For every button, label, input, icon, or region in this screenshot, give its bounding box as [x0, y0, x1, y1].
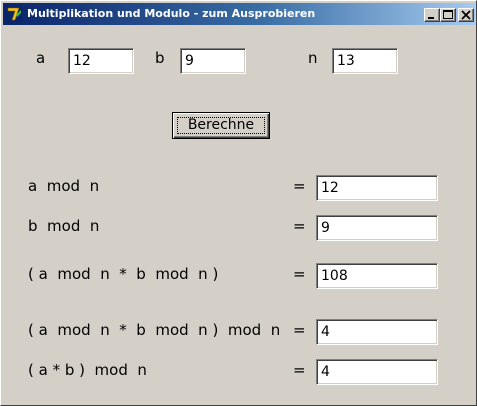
compute-button[interactable]: Berechne [172, 112, 270, 139]
result-field-product-of-mods-mod-n[interactable]: 4 [316, 319, 438, 345]
result-field-ab-mod-n[interactable]: 4 [316, 359, 438, 385]
result-field-a-mod-n[interactable]: 12 [316, 175, 438, 201]
input-b[interactable]: 9 [180, 48, 246, 74]
equals-sign: = [293, 361, 306, 379]
delphi-icon [6, 6, 22, 22]
equals-sign: = [293, 265, 306, 283]
result-label-b-mod-n: b mod n [28, 217, 100, 235]
equals-sign: = [293, 217, 306, 235]
result-label-a-mod-n: a mod n [28, 177, 100, 195]
close-button[interactable] [458, 8, 474, 22]
minimize-icon [428, 17, 434, 19]
main-window: Multiplikation und Modulo - zum Ausprobi… [0, 0, 477, 406]
result-label-ab-mod-n: ( a * b ) mod n [28, 361, 147, 379]
input-a[interactable]: 12 [68, 48, 134, 74]
minimize-button[interactable] [424, 8, 440, 22]
result-label-product-of-mods: ( a mod n * b mod n ) [28, 265, 219, 283]
result-label-product-of-mods-mod-n: ( a mod n * b mod n ) mod n [28, 321, 281, 339]
label-a: a [36, 49, 46, 67]
equals-sign: = [293, 177, 306, 195]
label-n: n [308, 49, 318, 67]
input-n[interactable]: 13 [332, 48, 398, 74]
maximize-button[interactable] [440, 8, 456, 22]
label-b: b [155, 49, 165, 67]
result-field-product-of-mods[interactable]: 108 [316, 263, 438, 289]
result-field-b-mod-n[interactable]: 9 [316, 215, 438, 241]
compute-button-label: Berechne [187, 117, 255, 133]
window-title: Multiplikation und Modulo - zum Ausprobi… [27, 7, 316, 20]
title-bar[interactable]: Multiplikation und Modulo - zum Ausprobi… [3, 3, 475, 25]
close-icon [461, 10, 471, 20]
maximize-icon [443, 10, 453, 19]
equals-sign: = [293, 321, 306, 339]
